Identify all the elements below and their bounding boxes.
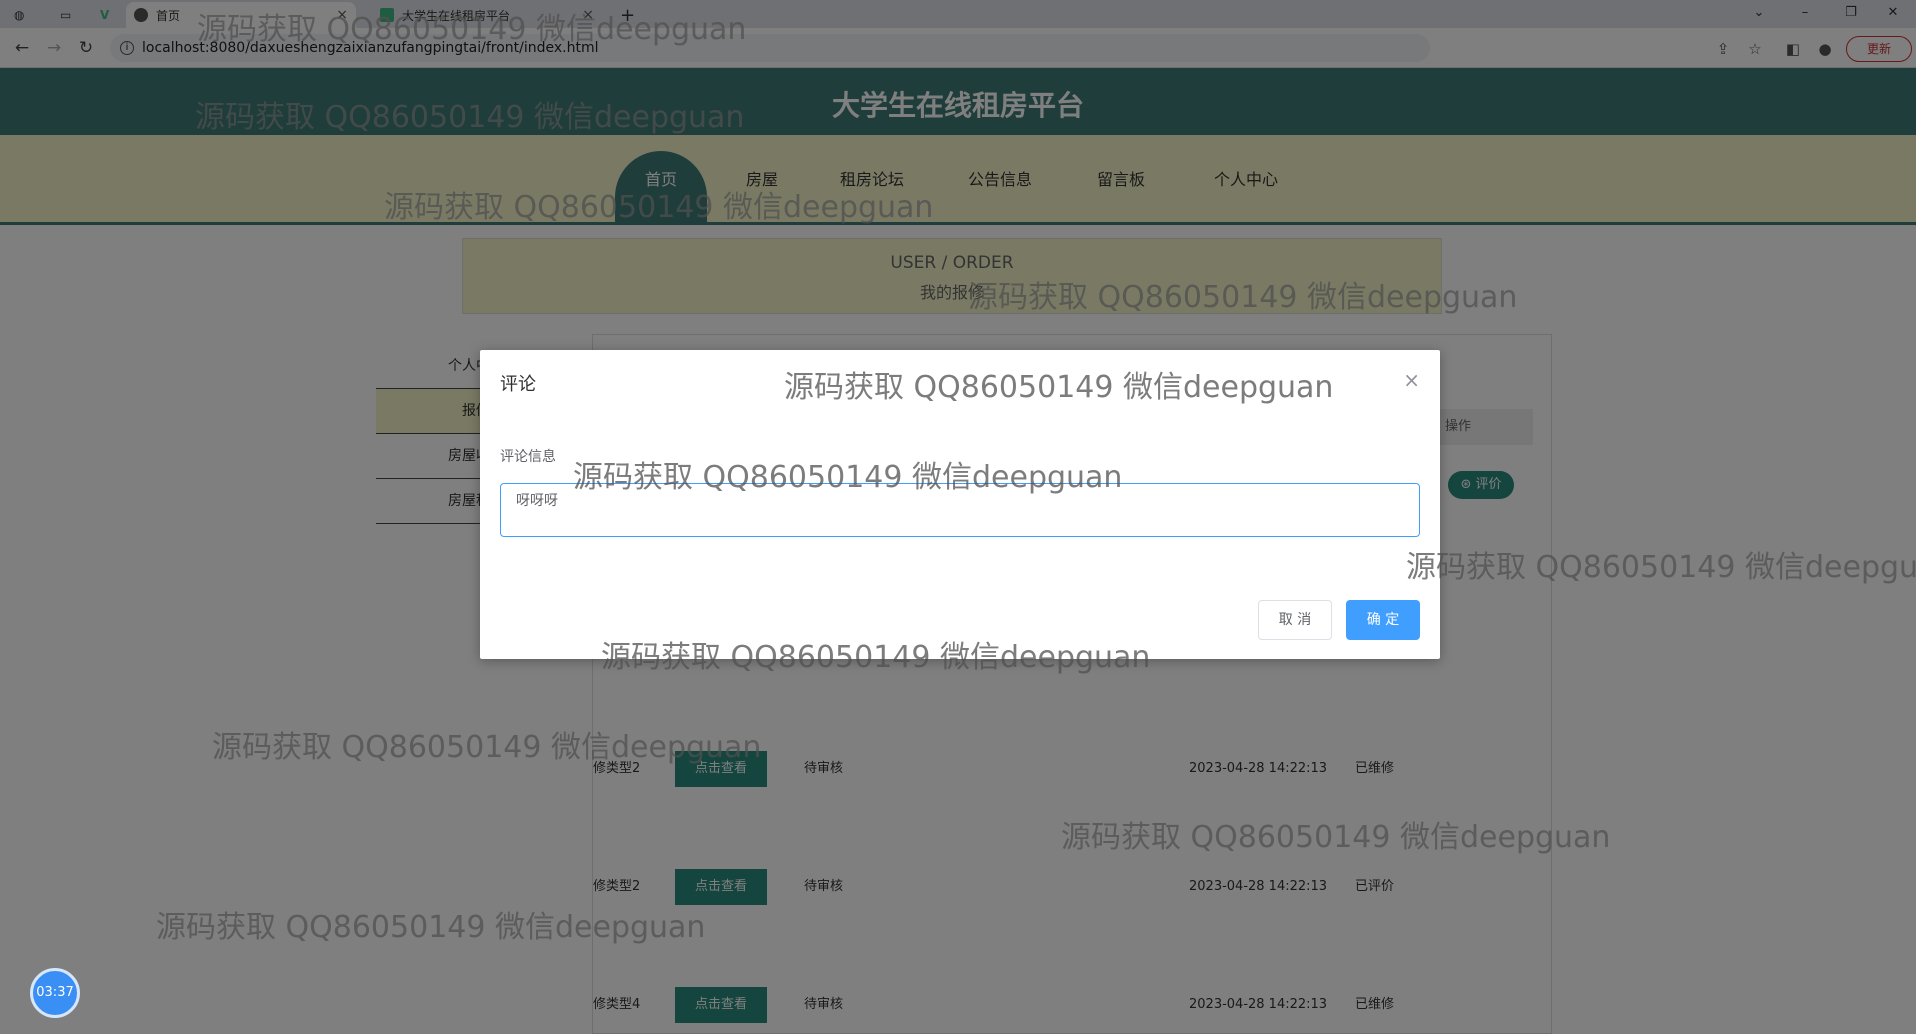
comment-dialog: 评论 × 评论信息 取 消 确 定	[480, 350, 1440, 659]
dialog-title: 评论	[500, 374, 536, 395]
comment-field-label: 评论信息	[500, 449, 556, 465]
confirm-button[interactable]: 确 定	[1346, 600, 1420, 640]
close-icon[interactable]: ×	[1403, 368, 1420, 392]
comment-textarea[interactable]	[500, 483, 1420, 537]
recording-timer: 03:37	[30, 968, 80, 1018]
cancel-button[interactable]: 取 消	[1258, 600, 1332, 640]
